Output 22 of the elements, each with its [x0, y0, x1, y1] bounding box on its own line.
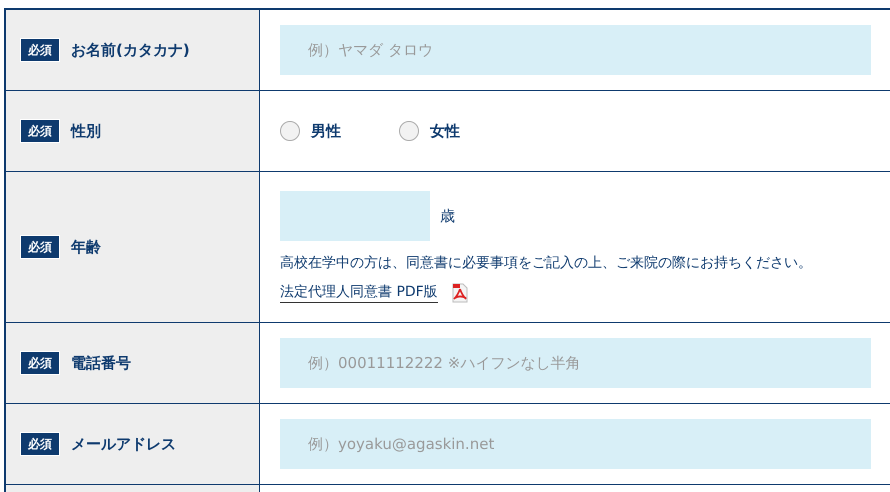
- radio-button[interactable]: [280, 121, 300, 141]
- required-badge: 必須: [20, 235, 60, 259]
- radio-button[interactable]: [399, 121, 419, 141]
- field-label: 性別: [71, 120, 101, 142]
- field-label: メールアドレス: [71, 434, 176, 455]
- pdf-file-icon: [450, 282, 470, 302]
- field-label: お名前(カタカナ): [71, 40, 190, 61]
- field-label: 電話番号: [71, 352, 131, 374]
- radio-option[interactable]: 女性: [399, 120, 460, 142]
- required-badge: 必須: [20, 351, 60, 375]
- radio-option[interactable]: 男性: [280, 120, 341, 142]
- required-badge: 必須: [20, 119, 60, 143]
- text-field[interactable]: 例）00011112222 ※ハイフンなし半角: [280, 338, 871, 388]
- text-field[interactable]: 例）yoyaku@agaskin.net: [280, 419, 871, 469]
- unit-label: 歳: [440, 206, 455, 227]
- required-badge: 必須: [20, 432, 60, 456]
- text-field[interactable]: 例）ヤマダ タロウ: [280, 25, 871, 75]
- consent-pdf-link[interactable]: 法定代理人同意書 PDF版: [280, 282, 438, 303]
- required-badge: 必須: [20, 38, 60, 62]
- note-text: 高校在学中の方は、同意書に必要事項をご記入の上、ご来院の際にお持ちください。: [280, 254, 812, 273]
- age-field[interactable]: [280, 191, 430, 241]
- field-label: 年齢: [71, 236, 101, 258]
